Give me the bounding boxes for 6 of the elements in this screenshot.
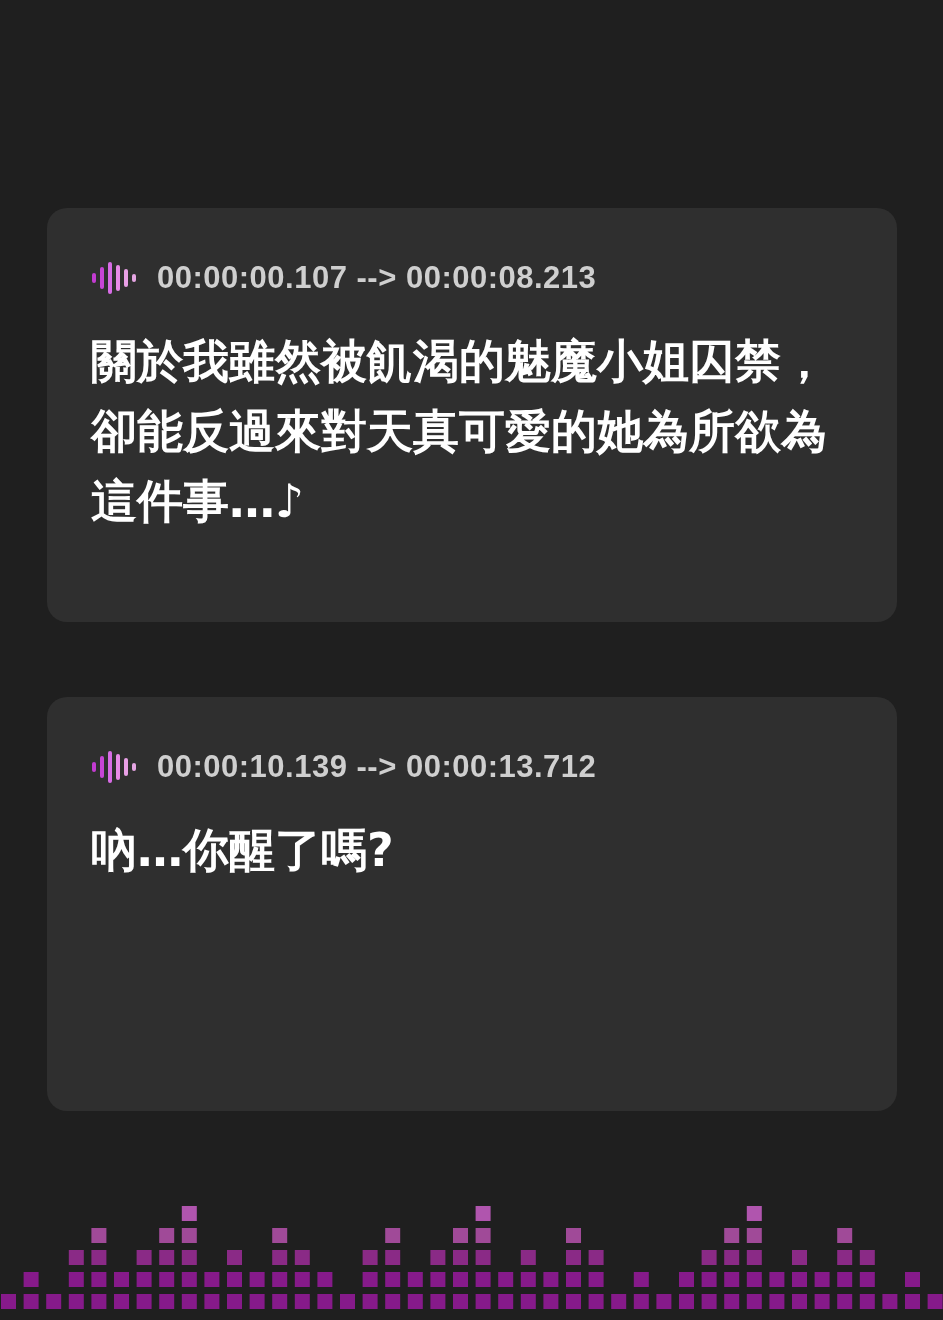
subtitle-text: 關於我雖然被飢渴的魅魔小姐囚禁，卻能反過來對天真可愛的她為所欲為這件事…♪ xyxy=(91,333,828,530)
subtitle-text: 吶…你醒了嗎? xyxy=(91,822,395,879)
timestamp: 00:00:10.139 --> 00:00:13.712 xyxy=(157,749,597,785)
sound-wave-icon xyxy=(91,749,139,785)
sound-wave-icon xyxy=(91,260,139,296)
timestamp: 00:00:00.107 --> 00:00:08.213 xyxy=(157,260,597,296)
